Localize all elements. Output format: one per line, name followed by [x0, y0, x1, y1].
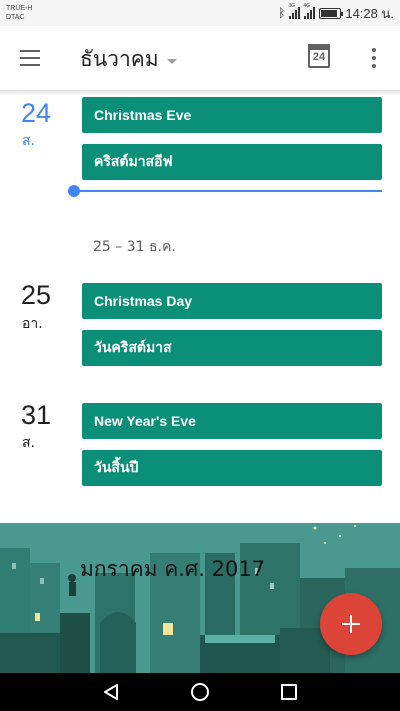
day-weekday: ส.	[22, 435, 35, 451]
carrier-1: TRUE-H	[6, 5, 33, 12]
bluetooth-icon: ᛒ	[278, 6, 286, 20]
app-bar: ธันวาคม 24	[0, 26, 400, 90]
carrier-names: TRUE-H DTAC	[6, 4, 32, 22]
month-title: ธันวาคม	[80, 47, 159, 71]
signal-icon-sim1: 3G	[288, 3, 301, 19]
signal-icon-sim2: 4G	[303, 3, 316, 19]
status-bar: TRUE-H DTAC ᛒ 3G 4G 14:28 น.	[0, 0, 400, 26]
add-event-button[interactable]	[320, 593, 382, 655]
event-chip[interactable]: คริสต์มาสอีฟ	[82, 144, 382, 180]
status-icons: ᛒ 3G 4G 14:28 น.	[278, 3, 394, 21]
current-time-line	[74, 190, 382, 192]
week-range-label: 25 – 31 ธ.ค.	[93, 239, 176, 255]
network-type-2: 4G	[303, 3, 311, 9]
carrier-2: DTAC	[6, 14, 25, 21]
current-time-dot	[68, 185, 80, 197]
month-selector[interactable]: ธันวาคม	[80, 43, 177, 76]
dropdown-caret-icon	[166, 58, 177, 64]
event-chip[interactable]: Christmas Eve	[82, 97, 382, 133]
menu-icon[interactable]	[20, 50, 42, 66]
app-bar-shadow	[0, 90, 400, 96]
network-type-1: 3G	[288, 3, 296, 9]
today-date: 24	[312, 51, 326, 63]
home-icon[interactable]	[191, 683, 209, 701]
day-weekday: อา.	[22, 316, 43, 332]
event-chip[interactable]: วันคริสต์มาส	[82, 330, 382, 366]
back-icon[interactable]	[102, 683, 120, 701]
system-navigation-bar	[0, 673, 400, 711]
day-weekday: ส.	[22, 133, 35, 149]
day-number: 25	[21, 280, 52, 310]
battery-icon	[319, 7, 344, 19]
calendar-today-icon[interactable]: 24	[308, 44, 330, 68]
clock: 14:28 น.	[345, 5, 394, 21]
plus-icon	[342, 615, 360, 633]
day-number: 31	[21, 400, 52, 430]
event-chip[interactable]: วันสิ้นปี	[82, 450, 382, 486]
recent-apps-icon[interactable]	[281, 684, 297, 700]
more-vert-icon[interactable]	[364, 46, 384, 70]
event-chip[interactable]: New Year's Eve	[82, 403, 382, 439]
event-chip[interactable]: Christmas Day	[82, 283, 382, 319]
day-number: 24	[21, 98, 52, 128]
month-banner-title: มกราคม ค.ศ. 2017	[80, 557, 266, 581]
